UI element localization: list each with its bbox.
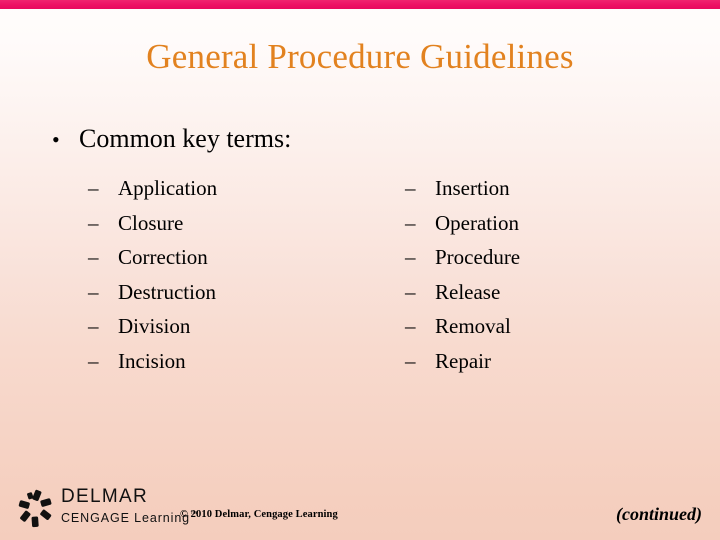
list-item-label: Repair: [435, 348, 491, 373]
dash-icon: –: [405, 279, 416, 304]
logo-wordmark: DELMAR CENGAGE Learning™: [61, 486, 197, 526]
delmar-cengage-logo: DELMAR CENGAGE Learning™: [17, 486, 197, 530]
page-title: General Procedure Guidelines: [146, 37, 574, 76]
list-item: – Division: [88, 309, 217, 344]
list-item: – Closure: [88, 206, 217, 241]
terms-columns: – Application – Closure – Correction – Destr…: [0, 171, 720, 386]
list-item: – Repair: [405, 344, 520, 379]
continued-label: (continued): [615, 504, 702, 524]
list-item: – Incision: [88, 344, 217, 379]
slide-body: • Common key terms: – Application – Closure…: [0, 123, 720, 386]
list-item-label: Closure: [118, 210, 184, 235]
dash-icon: –: [88, 279, 99, 304]
dash-icon: –: [405, 245, 416, 270]
dash-icon: –: [405, 348, 416, 373]
logo-cengage-label: CENGAGE Learning: [61, 511, 191, 525]
dash-icon: –: [405, 314, 416, 339]
list-item-label: Destruction: [118, 279, 216, 304]
bullet-icon: •: [52, 127, 60, 152]
top-accent-bar: [0, 0, 720, 9]
list-item: – Procedure: [405, 240, 520, 275]
bullet-heading: • Common key terms:: [52, 123, 720, 155]
list-item-label: Insertion: [435, 176, 510, 200]
list-item-label: Removal: [435, 314, 511, 339]
copyright-notice: © 2010 Delmar, Cengage Learning: [180, 509, 338, 520]
dash-icon: –: [88, 210, 99, 235]
list-item-label: Release: [435, 279, 501, 304]
list-item-label: Incision: [118, 348, 186, 373]
list-item-label: Correction: [118, 245, 208, 270]
slide-canvas: General Procedure Guidelines • Common key…: [0, 0, 720, 540]
list-item: – Correction: [88, 240, 217, 275]
terms-column-right: – Insertion – Operation – Procedure – Releas…: [405, 171, 520, 379]
dash-icon: –: [405, 210, 416, 235]
dash-icon: –: [88, 348, 99, 373]
dash-icon: –: [88, 176, 99, 200]
dash-icon: –: [88, 245, 99, 270]
bullet-heading-label: Common key terms:: [79, 124, 292, 153]
list-item: – Application: [88, 171, 217, 206]
list-item: – Removal: [405, 309, 520, 344]
terms-column-left: – Application – Closure – Correction – Destr…: [88, 171, 217, 379]
delmar-pinwheel-icon: [18, 489, 52, 528]
logo-cengage-text: CENGAGE Learning™: [61, 507, 197, 526]
logo-delmar-text: DELMAR: [61, 486, 148, 507]
list-item: – Destruction: [88, 275, 217, 310]
list-item-label: Operation: [435, 210, 519, 235]
list-item-label: Division: [118, 314, 191, 339]
list-item-label: Procedure: [435, 245, 521, 270]
list-item: – Operation: [405, 206, 520, 241]
dash-icon: –: [405, 176, 416, 200]
list-item: – Insertion: [405, 171, 520, 206]
list-item: – Release: [405, 275, 520, 310]
dash-icon: –: [88, 314, 99, 339]
list-item-label: Application: [118, 176, 218, 200]
